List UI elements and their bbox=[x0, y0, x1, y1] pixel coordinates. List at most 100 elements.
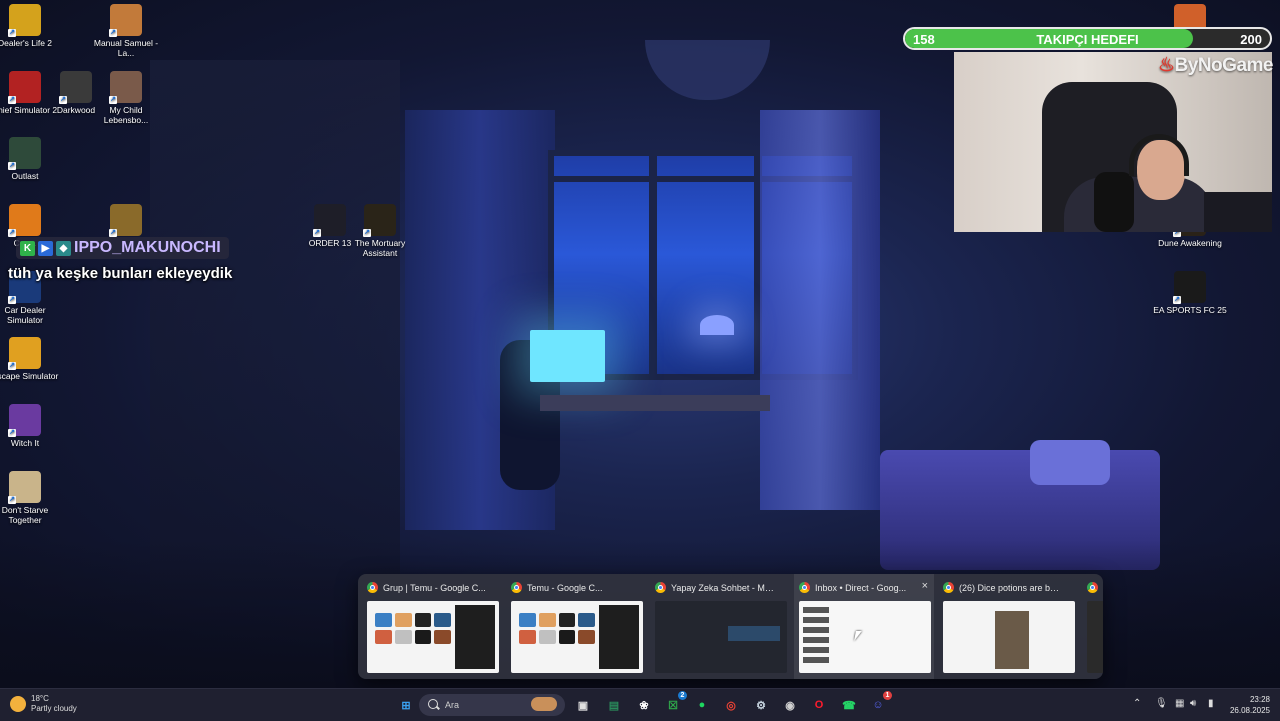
obs-icon[interactable]: ◉ bbox=[780, 695, 800, 715]
chevron-up-icon[interactable]: ⌃ bbox=[1133, 698, 1141, 709]
desktop-icon[interactable]: ↗ Don't Starve Together bbox=[0, 471, 63, 525]
task-view-icon[interactable]: ▣ bbox=[573, 695, 593, 715]
shortcut-arrow-icon: ↗ bbox=[109, 229, 117, 237]
task-preview-window[interactable]: Grup | Temu - Google C... bbox=[362, 574, 502, 679]
task-preview-title-bar: Inbox • Direct - Goog... bbox=[799, 582, 918, 593]
search-highlight-cat-icon bbox=[531, 697, 557, 711]
chrome-icon bbox=[655, 582, 666, 593]
desktop-icon[interactable]: ↗Escape Simulator bbox=[0, 337, 63, 381]
ea-sports-fc-25-icon: ↗ bbox=[1173, 271, 1206, 304]
chrome-icon bbox=[1087, 582, 1098, 593]
task-preview-window[interactable]: Magic es... bbox=[1082, 574, 1103, 679]
shortcut-arrow-icon: ↗ bbox=[109, 96, 117, 104]
discord-icon[interactable]: ☺ 1 bbox=[868, 691, 892, 715]
my-child-lebensborn-icon: ↗ bbox=[109, 71, 142, 104]
desktop-icon[interactable]: ↗ Manual Samuel - La... bbox=[88, 4, 164, 58]
bynogame-logo-text: ByNoGame bbox=[1174, 55, 1274, 76]
task-preview-window[interactable]: Inbox • Direct - Goog... × bbox=[794, 574, 934, 679]
webcam-microphone bbox=[1094, 172, 1134, 232]
microphone-icon[interactable]: 🎙︎ bbox=[1155, 698, 1168, 709]
desktop-icon[interactable]: ↗ The Mortuary Assistant bbox=[342, 204, 418, 258]
desktop-icon[interactable]: ↗ Dealer's Life 2 bbox=[0, 4, 63, 48]
task-preview-title: Temu - Google C... bbox=[527, 582, 603, 593]
chatgpt-icon[interactable]: ❀ bbox=[634, 695, 654, 715]
task-preview-thumbnail bbox=[799, 601, 931, 673]
desktop-icon[interactable]: ↗ Outlast bbox=[0, 137, 63, 181]
desktop-icon-label: Car Dealer Simulator bbox=[4, 305, 46, 325]
task-preview-title: Inbox • Direct - Goog... bbox=[815, 582, 907, 593]
network-icon[interactable]: ▦ bbox=[1175, 698, 1184, 709]
shortcut-arrow-icon: ↗ bbox=[8, 296, 16, 304]
desktop-icon[interactable]: ↗ Witch It bbox=[0, 404, 63, 448]
follower-goal-target: 200 bbox=[1240, 32, 1262, 47]
task-preview-title-bar: Yapay Zeka Sohbet - MissXs... bbox=[655, 582, 774, 593]
desktop-icon[interactable]: ↗ EA SPORTS FC 25 bbox=[1152, 271, 1228, 315]
task-preview-thumbnail bbox=[655, 601, 787, 673]
task-preview-window[interactable]: (26) Dice potions are back!... bbox=[938, 574, 1078, 679]
task-preview-title: Yapay Zeka Sohbet - MissXs... bbox=[671, 582, 774, 593]
search-icon bbox=[428, 699, 438, 709]
webcam-monitor bbox=[1204, 192, 1272, 232]
shortcut-arrow-icon: ↗ bbox=[8, 162, 16, 170]
outlast-icon: ↗ bbox=[8, 137, 41, 170]
opera-icon[interactable]: O bbox=[809, 695, 829, 715]
notification-badge: 1 bbox=[883, 691, 892, 700]
desktop-icon-label: Escape Simulator bbox=[0, 371, 59, 381]
shortcut-arrow-icon: ↗ bbox=[1173, 296, 1181, 304]
whatsapp-icon[interactable]: ☎ bbox=[839, 695, 859, 715]
desktop-icon-label: Don't Starve Together bbox=[1, 505, 49, 525]
task-preview-window[interactable]: Yapay Zeka Sohbet - MissXs... bbox=[650, 574, 790, 679]
wallpaper-desk-lamp bbox=[700, 315, 734, 335]
wallpaper-pillow bbox=[1030, 440, 1110, 485]
desktop-icon-label: Manual Samuel - La... bbox=[93, 38, 159, 58]
taskbar: 18°C Partly cloudy ⊞ ▣ ▤ ❀ ☒ 2 ● ◎ ⚙ ◉ O ☎ ☺ 1 Ara ⌃ … bbox=[0, 688, 1280, 721]
mortuary-assistant-icon: ↗ bbox=[363, 204, 396, 237]
task-preview-thumbnail bbox=[943, 601, 1075, 673]
weather-description: Partly cloudy bbox=[31, 704, 77, 713]
desktop-icon[interactable]: ↗ My Child Lebensbo... bbox=[88, 71, 164, 125]
start-icon[interactable]: ⊞ bbox=[396, 695, 416, 715]
chat-badges: K ▶ ◆ bbox=[20, 240, 71, 256]
chrome-icon bbox=[367, 582, 378, 593]
wallpaper-desk bbox=[540, 395, 770, 411]
chat-badge-icon: ◆ bbox=[56, 240, 71, 256]
manual-samuel-icon: ↗ bbox=[109, 4, 142, 37]
desktop-icon-label: Dealer's Life 2 bbox=[0, 38, 53, 48]
spotify-icon[interactable]: ● bbox=[692, 695, 712, 715]
clock-time: 23:28 bbox=[1249, 695, 1270, 704]
thief-simulator-2-icon: ↗ bbox=[8, 71, 41, 104]
weather-temperature: 18°C bbox=[31, 694, 49, 703]
file-explorer-icon[interactable]: ▤ bbox=[604, 695, 624, 715]
follower-goal-bar: 158 TAKIPÇI HEDEFI 200 bbox=[903, 27, 1272, 50]
taskbar-clock[interactable]: 23:28 26.08.2025 bbox=[1200, 694, 1270, 716]
chat-username-tag: K ▶ ◆ IPPO_MAKUNOCHI bbox=[16, 237, 229, 259]
follower-goal-label: TAKIPÇI HEDEFI bbox=[1036, 32, 1139, 47]
task-preview-thumbnail bbox=[367, 601, 499, 673]
bynogame-logo-mark: ♨ bbox=[1158, 55, 1175, 76]
taskbar-search-box[interactable]: Ara bbox=[419, 694, 565, 716]
shortcut-arrow-icon: ↗ bbox=[59, 96, 67, 104]
chrome-icon bbox=[799, 582, 810, 593]
weather-widget[interactable]: 18°C Partly cloudy bbox=[10, 694, 77, 714]
dont-starve-together-icon: ↗ bbox=[8, 471, 41, 504]
shortcut-arrow-icon: ↗ bbox=[8, 229, 16, 237]
desktop-icon-label: Dune Awakening bbox=[1158, 238, 1222, 248]
xbox-icon[interactable]: ☒ 2 bbox=[663, 691, 687, 715]
volume-icon[interactable]: 🔊︎ bbox=[1190, 698, 1196, 709]
chat-badge-icon: K bbox=[20, 240, 35, 256]
desktop-icon[interactable]: ↗ bbox=[88, 204, 164, 238]
notification-badge: 2 bbox=[678, 691, 687, 700]
close-icon[interactable]: × bbox=[922, 580, 928, 592]
desktop-icon-label: My Child Lebensbo... bbox=[103, 105, 149, 125]
wallpaper-glowing-monitor bbox=[530, 330, 605, 382]
chrome-icon bbox=[511, 582, 522, 593]
wallpaper-curtain-right bbox=[760, 110, 880, 510]
desktop-icon-label: Outlast bbox=[11, 171, 39, 181]
taskbar-thumbnail-previews: Grup | Temu - Google C... Temu - Google C… bbox=[358, 574, 1103, 679]
escape-simulator-icon: ↗ bbox=[8, 337, 41, 370]
task-preview-window[interactable]: Temu - Google C... bbox=[506, 574, 646, 679]
shortcut-arrow-icon: ↗ bbox=[109, 29, 117, 37]
task-preview-title-bar: (26) Dice potions are back!... bbox=[943, 582, 1062, 593]
chrome-icon[interactable]: ◎ bbox=[721, 695, 741, 715]
steam-icon[interactable]: ⚙ bbox=[751, 695, 771, 715]
